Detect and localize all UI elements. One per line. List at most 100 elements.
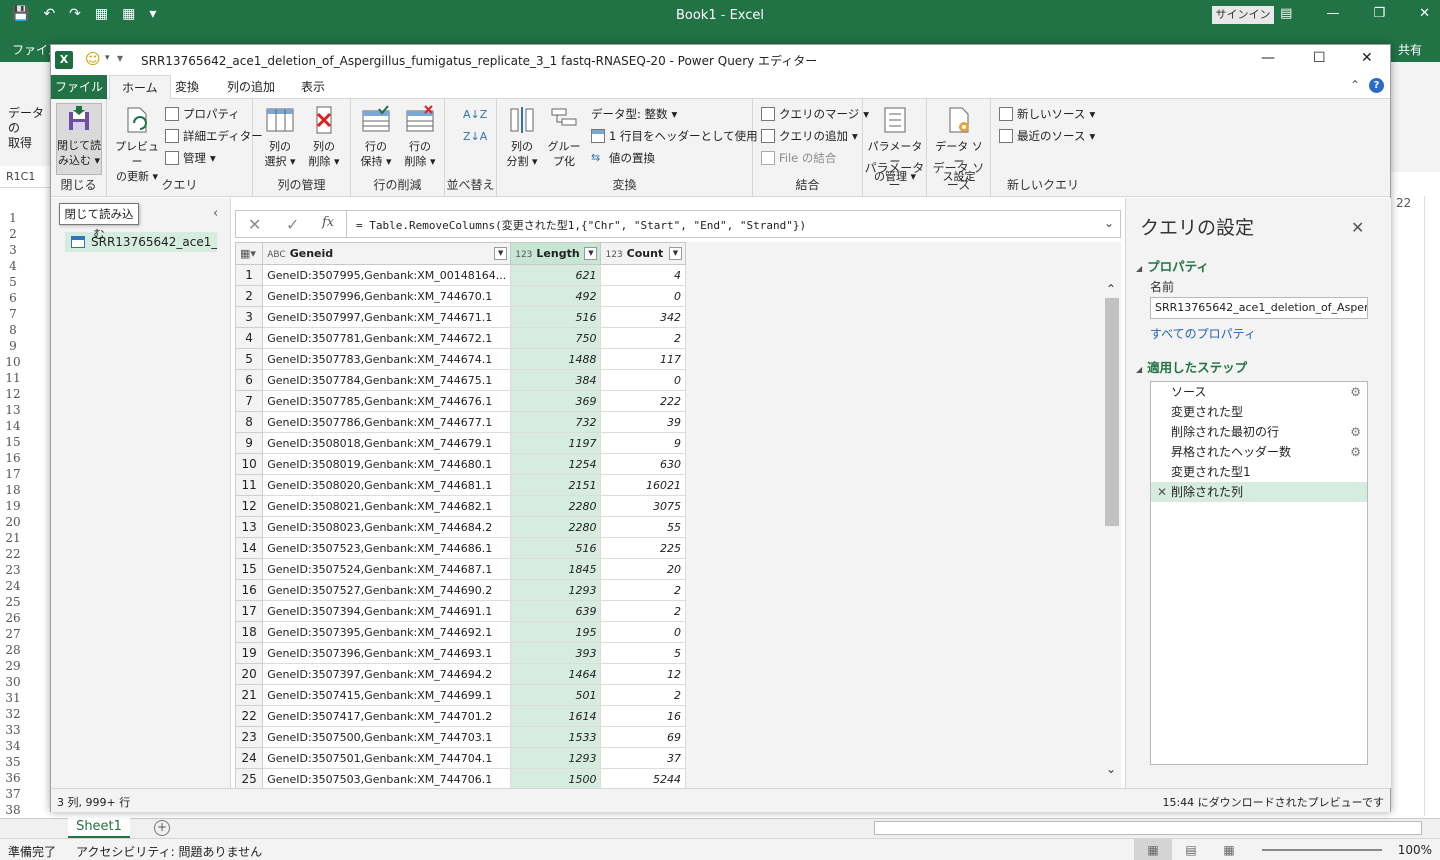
excel-row-number[interactable]: 26: [0, 610, 26, 626]
table-row[interactable]: 19 GeneID:3507396,Genbank:XM_744693.1 393 5: [234, 642, 686, 664]
length-cell[interactable]: 2280: [510, 495, 602, 517]
group-by-button[interactable]: グルー プ化: [541, 105, 587, 169]
excel-row-number[interactable]: 8: [0, 322, 26, 338]
table-row[interactable]: 2 GeneID:3507996,Genbank:XM_744670.1 492 0: [234, 285, 686, 307]
table-row[interactable]: 14 GeneID:3507523,Genbank:XM_744686.1 516 2…: [234, 537, 686, 559]
excel-row-number[interactable]: 29: [0, 658, 26, 674]
column-header-length[interactable]: 123 Length ▼: [510, 242, 602, 265]
excel-row-number[interactable]: 31: [0, 690, 26, 706]
geneid-cell[interactable]: GeneID:3507395,Genbank:XM_744692.1: [262, 621, 512, 643]
tab-home[interactable]: ホーム: [109, 75, 171, 100]
count-cell[interactable]: 9: [600, 432, 686, 454]
remove-columns-button[interactable]: 列の 削除 ▾: [301, 105, 347, 169]
table-corner-button[interactable]: ▦▾: [234, 242, 264, 265]
geneid-cell[interactable]: GeneID:3507397,Genbank:XM_744694.2: [262, 663, 512, 685]
excel-row-number[interactable]: 36: [0, 770, 26, 786]
choose-columns-button[interactable]: 列の 選択 ▾: [257, 105, 303, 169]
normal-view-icon[interactable]: ▦: [1134, 839, 1172, 860]
get-data-button[interactable]: データの 取得: [8, 106, 50, 151]
keep-rows-button[interactable]: 行の 保持 ▾: [353, 105, 399, 169]
excel-row-number[interactable]: 34: [0, 738, 26, 754]
count-cell[interactable]: 4: [600, 264, 686, 286]
count-cell[interactable]: 5: [600, 642, 686, 664]
properties-section[interactable]: ◢ プロパティ: [1136, 256, 1209, 275]
excel-row-number[interactable]: 25: [0, 594, 26, 610]
merge-queries-button[interactable]: クエリのマージ ▾: [761, 105, 869, 123]
row-number[interactable]: 9: [234, 432, 264, 454]
row-number[interactable]: 12: [234, 495, 264, 517]
row-number[interactable]: 25: [234, 768, 264, 790]
cancel-formula-icon[interactable]: ✕: [248, 215, 261, 234]
scrollbar-thumb[interactable]: [1105, 298, 1119, 526]
tab-transform[interactable]: 変換: [163, 75, 211, 99]
count-cell[interactable]: 3075: [600, 495, 686, 517]
combine-files-button[interactable]: File の結合: [761, 149, 836, 167]
length-cell[interactable]: 750: [510, 327, 602, 349]
gear-icon[interactable]: ⚙: [1350, 422, 1361, 442]
excel-row-number[interactable]: 6: [0, 290, 26, 306]
gear-icon[interactable]: ⚙: [1350, 382, 1361, 402]
tab-file[interactable]: ファイル: [51, 75, 107, 99]
excel-row-number[interactable]: 11: [0, 370, 26, 386]
excel-row-number[interactable]: 23: [0, 562, 26, 578]
row-number[interactable]: 2: [234, 285, 264, 307]
column-header-count[interactable]: 123 Count ▼: [600, 242, 686, 265]
geneid-cell[interactable]: GeneID:3507503,Genbank:XM_744706.1: [262, 768, 512, 790]
geneid-cell[interactable]: GeneID:3507500,Genbank:XM_744703.1: [262, 726, 512, 748]
excel-row-number[interactable]: 3: [0, 242, 26, 258]
sheet-tab-sheet1[interactable]: Sheet1: [68, 818, 130, 838]
geneid-cell[interactable]: GeneID:3507783,Genbank:XM_744674.1: [262, 348, 512, 370]
table-row[interactable]: 7 GeneID:3507785,Genbank:XM_744676.1 369 22…: [234, 390, 686, 412]
filter-dropdown-icon[interactable]: ▼: [584, 247, 598, 260]
geneid-cell[interactable]: GeneID:3507781,Genbank:XM_744672.1: [262, 327, 512, 349]
tab-add-column[interactable]: 列の追加: [215, 75, 287, 99]
length-cell[interactable]: 2280: [510, 516, 602, 538]
grid-vertical-scrollbar[interactable]: ⌃ ⌄: [1103, 282, 1121, 784]
length-cell[interactable]: 492: [510, 285, 602, 307]
append-queries-button[interactable]: クエリの追加 ▾: [761, 127, 858, 145]
page-layout-icon[interactable]: ▤: [1172, 839, 1210, 860]
row-number[interactable]: 23: [234, 726, 264, 748]
length-cell[interactable]: 1533: [510, 726, 602, 748]
feedback-smile-icon[interactable]: ☺: [85, 50, 101, 68]
close-icon[interactable]: ✕: [1419, 6, 1430, 21]
excel-row-number[interactable]: 7: [0, 306, 26, 322]
step-source[interactable]: ソース ⚙: [1151, 382, 1367, 402]
table-row[interactable]: 16 GeneID:3507527,Genbank:XM_744690.2 1293…: [234, 579, 686, 601]
row-number[interactable]: 7: [234, 390, 264, 412]
all-properties-link[interactable]: すべてのプロパティ: [1150, 325, 1256, 342]
replace-values-button[interactable]: ⇆ 値の置換: [591, 149, 655, 167]
close-settings-icon[interactable]: ✕: [1351, 218, 1364, 237]
length-cell[interactable]: 1254: [510, 453, 602, 475]
row-number[interactable]: 15: [234, 558, 264, 580]
length-cell[interactable]: 621: [510, 264, 602, 286]
recent-sources-button[interactable]: 最近のソース ▾: [999, 127, 1095, 145]
count-cell[interactable]: 55: [600, 516, 686, 538]
geneid-cell[interactable]: GeneID:3507997,Genbank:XM_744671.1: [262, 306, 512, 328]
table-row[interactable]: 15 GeneID:3507524,Genbank:XM_744687.1 1845…: [234, 558, 686, 580]
sort-descending-icon[interactable]: Z↓A: [463, 127, 487, 145]
step-removed-columns[interactable]: ✕ 削除された列: [1151, 482, 1367, 502]
count-cell[interactable]: 222: [600, 390, 686, 412]
count-cell[interactable]: 117: [600, 348, 686, 370]
minimize-icon[interactable]: —: [1326, 6, 1339, 21]
step-changed-type1[interactable]: 変更された型1: [1151, 462, 1367, 482]
excel-row-number[interactable]: 20: [0, 514, 26, 530]
excel-row-number[interactable]: 1: [0, 210, 26, 226]
count-cell[interactable]: 2: [600, 600, 686, 622]
count-cell[interactable]: 225: [600, 537, 686, 559]
expand-formula-icon[interactable]: ⌄: [1104, 216, 1114, 230]
fx-icon[interactable]: fx: [322, 215, 334, 230]
count-cell[interactable]: 16021: [600, 474, 686, 496]
scroll-down-icon[interactable]: ⌄: [1106, 762, 1116, 776]
query-name-input[interactable]: SRR13765642_ace1_deletion_of_Aspergillus: [1150, 297, 1368, 319]
length-cell[interactable]: 1293: [510, 579, 602, 601]
table-row[interactable]: 20 GeneID:3507397,Genbank:XM_744694.2 1464…: [234, 663, 686, 685]
row-number[interactable]: 21: [234, 684, 264, 706]
add-sheet-icon[interactable]: +: [154, 820, 170, 836]
geneid-cell[interactable]: GeneID:3507523,Genbank:XM_744686.1: [262, 537, 512, 559]
geneid-cell[interactable]: GeneID:3508021,Genbank:XM_744682.1: [262, 495, 512, 517]
sort-ascending-icon[interactable]: A↓Z: [463, 105, 487, 123]
excel-row-number[interactable]: 13: [0, 402, 26, 418]
count-cell[interactable]: 16: [600, 705, 686, 727]
